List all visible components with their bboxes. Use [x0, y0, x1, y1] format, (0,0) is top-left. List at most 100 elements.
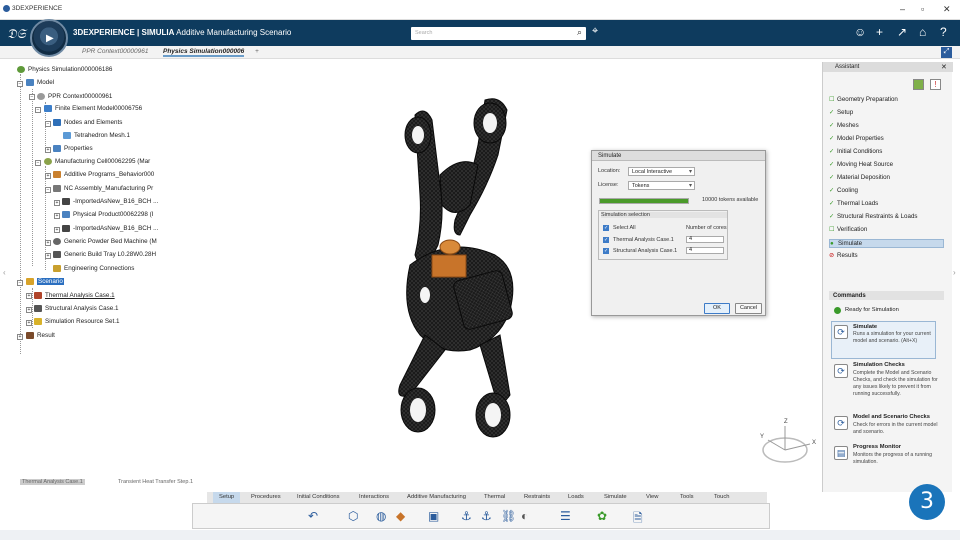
assistant-item[interactable]: ✓ Model Properties — [829, 135, 884, 142]
assistant-item[interactable]: ✓ Meshes — [829, 122, 859, 129]
tree-item-structural-case[interactable]: Structural Analysis Case.1 — [34, 305, 119, 312]
search-icon[interactable]: ⌕ — [577, 27, 582, 38]
load-icon[interactable]: ⚓ — [481, 509, 492, 523]
globe-icon[interactable]: ◍ — [376, 509, 386, 523]
compass-icon[interactable]: ▶ — [30, 19, 68, 57]
ok-button[interactable]: OK — [704, 303, 730, 314]
command-tab-thermal[interactable]: Thermal — [484, 494, 505, 500]
assistant-item[interactable]: ✓ Structural Restraints & Loads — [829, 213, 917, 220]
simulation-checks-icon[interactable]: ⟳ — [834, 364, 848, 378]
tree-item-nodes-elements[interactable]: Nodes and Elements — [53, 119, 122, 126]
tab-ppr-context[interactable]: PPR Context00000961 — [82, 48, 149, 55]
assistant-item[interactable]: ☐ Geometry Preparation — [829, 96, 898, 103]
part-3d-model[interactable] — [370, 95, 550, 440]
command-tab-restraints[interactable]: Restraints — [524, 494, 550, 500]
tree-item-properties[interactable]: Properties — [53, 145, 93, 152]
breadcrumb-case[interactable]: Thermal Analysis Case.1 — [20, 479, 85, 485]
assistant-close-icon[interactable]: ✕ — [941, 63, 947, 71]
thermal-case-checkbox[interactable] — [603, 237, 609, 243]
assistant-item[interactable]: ⊘ Results — [829, 252, 858, 259]
command-tab-initial-conditions[interactable]: Initial Conditions — [297, 494, 340, 500]
help-icon[interactable]: ? — [940, 25, 947, 39]
tree-item-resource-set[interactable]: Simulation Resource Set.1 — [34, 318, 120, 325]
tree-item-scenario[interactable]: Scenario — [26, 278, 64, 286]
report-icon[interactable]: 🗎 — [633, 509, 643, 530]
progress-monitor-command[interactable]: Progress Monitor — [853, 444, 901, 450]
assistant-item[interactable]: ✓ Cooling — [829, 187, 858, 194]
command-tab-simulate[interactable]: Simulate — [604, 494, 627, 500]
close-button[interactable]: ✕ — [943, 4, 951, 15]
thermal-cores-spinner[interactable]: 4 — [686, 236, 724, 243]
tab-physics-simulation[interactable]: Physics Simulation000006 — [163, 48, 245, 57]
color-cube-icon[interactable]: ◆ — [396, 509, 405, 523]
assistant-item[interactable]: ✓ Initial Conditions — [829, 148, 882, 155]
tag-icon[interactable]: ⌖ — [592, 25, 598, 38]
assistant-item[interactable]: ✓ Material Deposition — [829, 174, 890, 181]
tree-item-ppr-context[interactable]: PPR Context00000961 — [37, 93, 112, 100]
maximize-button[interactable]: ▫ — [921, 4, 924, 14]
command-tab-additive-manufacturing[interactable]: Additive Manufacturing — [407, 494, 466, 500]
expand-icon[interactable]: ⤢ — [941, 47, 952, 58]
command-tab-tools[interactable]: Tools — [680, 494, 694, 500]
restraint-icon[interactable]: ⚓ — [461, 509, 472, 523]
structural-case-checkbox[interactable] — [603, 248, 609, 254]
tree-item-thermal-case[interactable]: Thermal Analysis Case.1 — [34, 292, 115, 299]
command-tab-view[interactable]: View — [646, 494, 658, 500]
tree-item-powder-bed[interactable]: Generic Powder Bed Machine (M — [53, 238, 157, 245]
cancel-button[interactable]: Cancel — [735, 303, 762, 314]
select-icon[interactable]: ⬡ — [348, 509, 358, 523]
tree-item-tetra-mesh[interactable]: Tetrahedron Mesh.1 — [63, 132, 130, 139]
command-tab-loads[interactable]: Loads — [568, 494, 584, 500]
tree-item-model[interactable]: Model — [26, 79, 54, 86]
location-select[interactable]: Local Interactive — [628, 167, 695, 176]
view-icon[interactable]: ◐ — [521, 509, 528, 523]
tree-item-fem[interactable]: Finite Element Model00006756 — [44, 105, 142, 112]
assistant-item[interactable]: ✓ Moving Heat Source — [829, 161, 893, 168]
new-tab-button[interactable]: + — [255, 48, 259, 55]
minimize-button[interactable]: – — [900, 4, 905, 14]
tree-item-manufacturing-cell[interactable]: Manufacturing Cell00062295 (Mar — [44, 158, 150, 165]
tree-item-result[interactable]: Result — [26, 332, 55, 339]
simulation-checks-command[interactable]: Simulation Checks — [853, 362, 905, 368]
assistant-alert-icon[interactable]: ! — [930, 79, 941, 90]
assistant-item-label: Material Deposition — [837, 174, 890, 181]
display-icon[interactable]: ▣ — [428, 509, 439, 523]
command-tab-interactions[interactable]: Interactions — [359, 494, 389, 500]
tree-item-build-tray[interactable]: Generic Build Tray L0.28W0.28H — [53, 251, 156, 258]
collapse-left-icon[interactable]: ‹ — [3, 268, 6, 277]
table-icon[interactable]: ☰ — [560, 509, 571, 523]
tree-item-imported-1[interactable]: -ImportedAsNew_B16_BCH ... — [62, 198, 158, 205]
tree-item-nc-assembly[interactable]: NC Assembly_Manufacturing Pr — [53, 185, 153, 192]
tree-item-engineering-connections[interactable]: Engineering Connections — [53, 265, 134, 272]
command-tab-touch[interactable]: Touch — [714, 494, 729, 500]
progress-monitor-icon[interactable]: ▤ — [834, 446, 848, 460]
tree-item-physical-product[interactable]: Physical Product00062298 (I — [62, 211, 154, 218]
connection-icon[interactable]: ⛓ — [501, 509, 516, 523]
home-icon[interactable]: ⌂ — [919, 25, 926, 39]
tree-item-additive-programs[interactable]: Additive Programs_Behavior000 — [53, 171, 154, 178]
collapse-right-icon[interactable]: › — [953, 268, 956, 277]
model-scenario-checks-command[interactable]: Model and Scenario Checks — [853, 414, 930, 420]
undo-icon[interactable]: ↶ — [308, 509, 318, 523]
axis-triad[interactable]: Z Y X — [758, 419, 818, 470]
add-icon[interactable]: + — [876, 25, 883, 39]
simulate-command-icon[interactable]: ⟳ — [834, 325, 848, 339]
share-icon[interactable]: ↗ — [897, 25, 907, 39]
model-scenario-checks-icon[interactable]: ⟳ — [834, 416, 848, 430]
assistant-report-icon[interactable] — [913, 79, 924, 90]
structural-cores-spinner[interactable]: 4 — [686, 247, 724, 254]
simulate-icon[interactable]: ✿ — [597, 509, 607, 523]
assistant-item[interactable]: ✓ Thermal Loads — [829, 200, 878, 207]
assistant-item[interactable]: ● Simulate — [829, 239, 944, 248]
breadcrumb-step[interactable]: Transient Heat Transfer Step.1 — [118, 479, 193, 485]
license-select[interactable]: Tokens — [628, 181, 695, 190]
tree-item-physics-simulation[interactable]: Physics Simulation000006186 — [17, 66, 112, 73]
assistant-item[interactable]: ☐ Verification — [829, 226, 867, 233]
assistant-item[interactable]: ✓ Setup — [829, 109, 853, 116]
user-icon[interactable]: ☺ — [854, 25, 866, 39]
search-input[interactable]: Search ⌕ — [411, 27, 586, 40]
command-tab-setup[interactable]: Setup — [213, 492, 241, 503]
select-all-checkbox[interactable] — [603, 225, 609, 231]
tree-item-imported-2[interactable]: -ImportedAsNew_B16_BCH ... — [62, 225, 158, 232]
command-tab-procedures[interactable]: Procedures — [251, 494, 281, 500]
